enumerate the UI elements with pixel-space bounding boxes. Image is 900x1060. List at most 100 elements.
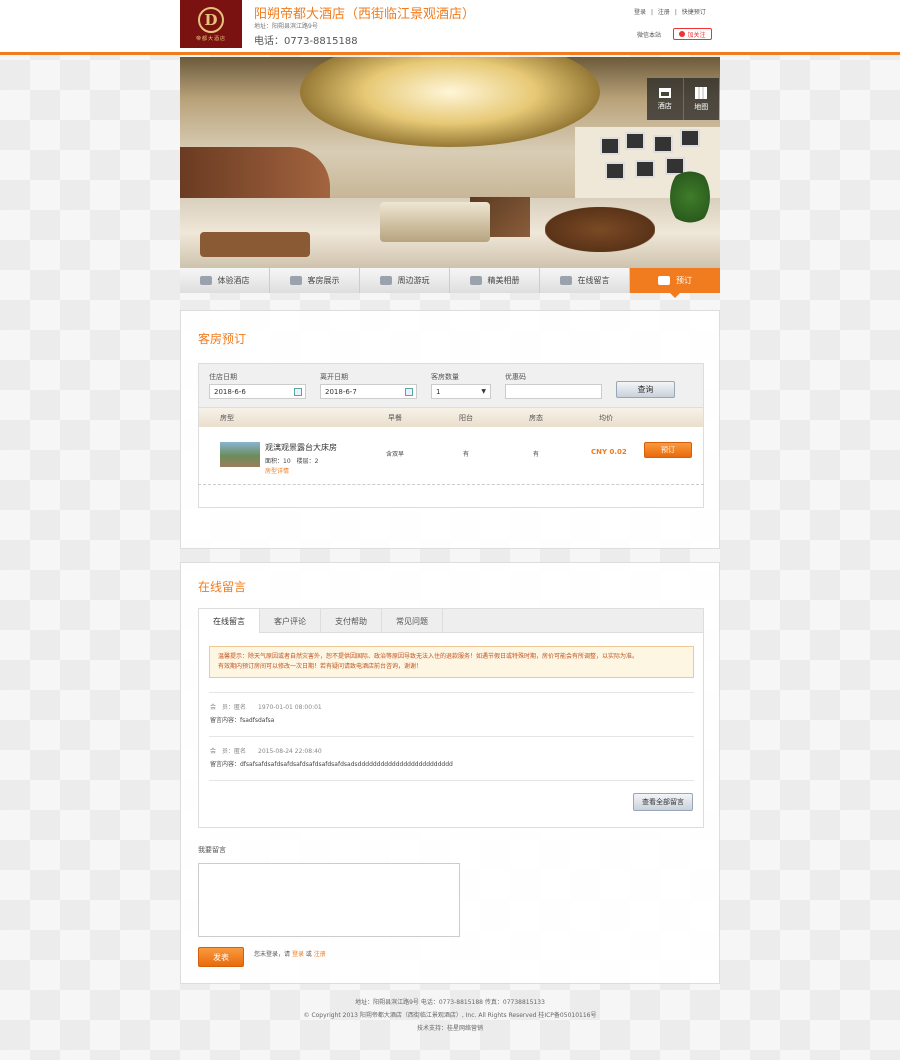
separator: | (674, 9, 677, 16)
checkin-label: 住店日期 (209, 373, 237, 381)
plane-icon (379, 276, 392, 285)
picture-frame (680, 129, 700, 147)
message-list: 温馨提示：除天气原因或者自然灾害外，恕不提供因国际、政治等原因导致无法入住的退款… (198, 633, 704, 828)
checkout-label: 离开日期 (320, 373, 348, 381)
separator: | (650, 9, 653, 16)
nav-booking[interactable]: 预订 (630, 268, 720, 298)
room-breakfast: 含双早 (386, 451, 405, 458)
booking-search-form: 住店日期 2018-6-6 离开日期 2018-6-7 客房数量 1 ▼ 优惠码… (198, 363, 704, 408)
map-tool-button[interactable]: 地图 (684, 78, 720, 120)
map-tool-label: 地图 (694, 102, 709, 111)
col-room-type: 房型 (220, 414, 234, 422)
room-status: 有 (533, 451, 540, 458)
cart-icon (658, 276, 670, 285)
footer-copyright: © Copyright 2013 阳朔帝都大酒店（西街临江景观酒店）, Inc.… (303, 1012, 597, 1019)
nav-experience-hotel[interactable]: 体验酒店 (180, 268, 270, 293)
lobby-sofa (200, 232, 310, 257)
message-panel: 在线留言 在线留言 客户评论 支付帮助 常见问题 温馨提示：除天气原因或者自然灾… (180, 562, 720, 984)
nav-message[interactable]: 在线留言 (540, 268, 630, 293)
calendar-icon[interactable] (294, 388, 302, 396)
list-item: 会 员：匿名 2015-08-24 22:08:40 留言内容：dfsafsaf… (209, 736, 694, 780)
coupon-input[interactable] (505, 384, 602, 399)
register-link[interactable]: 注册 (658, 9, 670, 16)
room-count-select[interactable]: 1 ▼ (431, 384, 491, 399)
nav-label: 精美相册 (487, 276, 520, 285)
tab-faq[interactable]: 常见问题 (382, 609, 443, 633)
mobile-site-link[interactable]: 微信本站 (637, 30, 661, 39)
picture-frame (600, 137, 620, 155)
room-price: CNY 0.02 (591, 448, 627, 456)
table-footer (198, 485, 704, 508)
booking-panel: 客房预订 住店日期 2018-6-6 离开日期 2018-6-7 客房数量 1 … (180, 310, 720, 549)
view-all-messages-button[interactable]: 查看全部留言 (633, 793, 693, 811)
nav-rooms[interactable]: 客房展示 (270, 268, 360, 293)
col-balcony: 阳台 (459, 414, 473, 422)
tab-customer-reviews[interactable]: 客户评论 (260, 609, 321, 633)
nav-label: 在线留言 (577, 276, 610, 285)
room-name[interactable]: 观漓观景露台大床房 (265, 442, 337, 453)
logo-emblem: D (198, 6, 224, 33)
logo-text: 帝都大酒店 (195, 35, 226, 42)
nav-label: 客房展示 (307, 276, 340, 285)
dropdown-arrow-icon: ▼ (481, 388, 486, 395)
message-meta: 会 员：匿名 2015-08-24 22:08:40 (210, 748, 322, 755)
book-room-button[interactable]: 预订 (644, 442, 692, 458)
site-header: D 帝都大酒店 阳朔帝都大酒店（西街临江景观酒店） 地址：阳朔县滨江路9号 电话… (0, 0, 900, 55)
nav-album[interactable]: 精美相册 (450, 268, 540, 293)
hotel-phone: 电话：0773-8815188 (254, 36, 358, 47)
quick-booking-link[interactable]: 快捷预订 (682, 9, 706, 16)
calendar-icon[interactable] (405, 388, 413, 396)
search-button[interactable]: 查询 (616, 381, 675, 398)
login-link[interactable]: 登录 (292, 951, 304, 958)
reception-desk (380, 202, 490, 242)
picture-frame (635, 160, 655, 178)
weibo-follow-button[interactable]: 加关注 (673, 28, 712, 40)
checkin-date-input[interactable]: 2018-6-6 (209, 384, 306, 399)
store-icon (658, 87, 671, 98)
tab-online-message[interactable]: 在线留言 (199, 609, 260, 634)
checkout-date-input[interactable]: 2018-6-7 (320, 384, 417, 399)
picture-frame (625, 132, 645, 150)
hotel-tool-button[interactable]: 酒店 (647, 78, 684, 120)
message-textarea[interactable] (198, 863, 460, 937)
room-thumbnail[interactable] (220, 442, 260, 467)
hotel-tool-label: 酒店 (657, 101, 672, 110)
list-item: 会 员：匿名 1970-01-01 08:00:01 留言内容：fsadfsda… (209, 692, 694, 736)
room-details-link[interactable]: 房型详情 (265, 466, 289, 475)
submit-message-button[interactable]: 发表 (198, 947, 244, 967)
booking-title: 客房预订 (198, 332, 247, 346)
register-link[interactable]: 注册 (314, 951, 326, 958)
footer-address: 地址：阳朔县滨江路9号 电话：0773-8815188 传真：077388151… (355, 999, 545, 1006)
coupon-label: 优惠码 (505, 373, 526, 381)
col-breakfast: 早餐 (388, 414, 402, 422)
lobby-banner-image (180, 57, 720, 268)
notice-line-2: 有效期内预订房间可以修改一次日期！若有疑问请致电酒店前台咨询，谢谢！ (218, 663, 423, 670)
nav-label: 周边游玩 (397, 276, 430, 285)
map-icon (695, 86, 708, 99)
nav-label: 预订 (676, 276, 692, 285)
top-links: 登录 | 注册 | 快捷预订 (634, 7, 709, 16)
main-nav: 体验酒店 客房展示 周边游玩 精美相册 在线留言 预订 (180, 268, 720, 298)
weibo-icon (679, 31, 686, 37)
room-table-header: 房型 早餐 阳台 房态 均价 (198, 408, 704, 427)
room-specs: 面积：10 楼层：2 (265, 456, 318, 465)
message-title: 在线留言 (198, 580, 247, 594)
message-content: 留言内容：fsadfsdafsa (210, 717, 275, 724)
nav-nearby[interactable]: 周边游玩 (360, 268, 450, 293)
notice-line-1: 温馨提示：除天气原因或者自然灾害外，恕不提供因国际、政治等原因导致无法入住的退款… (218, 653, 639, 660)
message-tabs: 在线留言 客户评论 支付帮助 常见问题 (198, 608, 704, 634)
rooms-label: 客房数量 (431, 373, 459, 381)
photo-icon (469, 276, 482, 285)
coffee-icon (199, 276, 212, 285)
ceiling-light (300, 57, 600, 147)
bed-icon (289, 276, 302, 285)
root-carving-table (545, 207, 655, 252)
chat-icon (559, 276, 572, 285)
room-area: 面积：10 (265, 458, 291, 465)
checkout-date-value: 2018-6-7 (325, 388, 357, 396)
hotel-address: 地址：阳朔县滨江路9号 (254, 23, 318, 30)
tab-payment-help[interactable]: 支付帮助 (321, 609, 382, 633)
login-link[interactable]: 登录 (634, 9, 646, 16)
hotel-logo[interactable]: D 帝都大酒店 (180, 0, 242, 48)
login-hint: 您未登录，请 登录 或 注册 (254, 949, 326, 958)
